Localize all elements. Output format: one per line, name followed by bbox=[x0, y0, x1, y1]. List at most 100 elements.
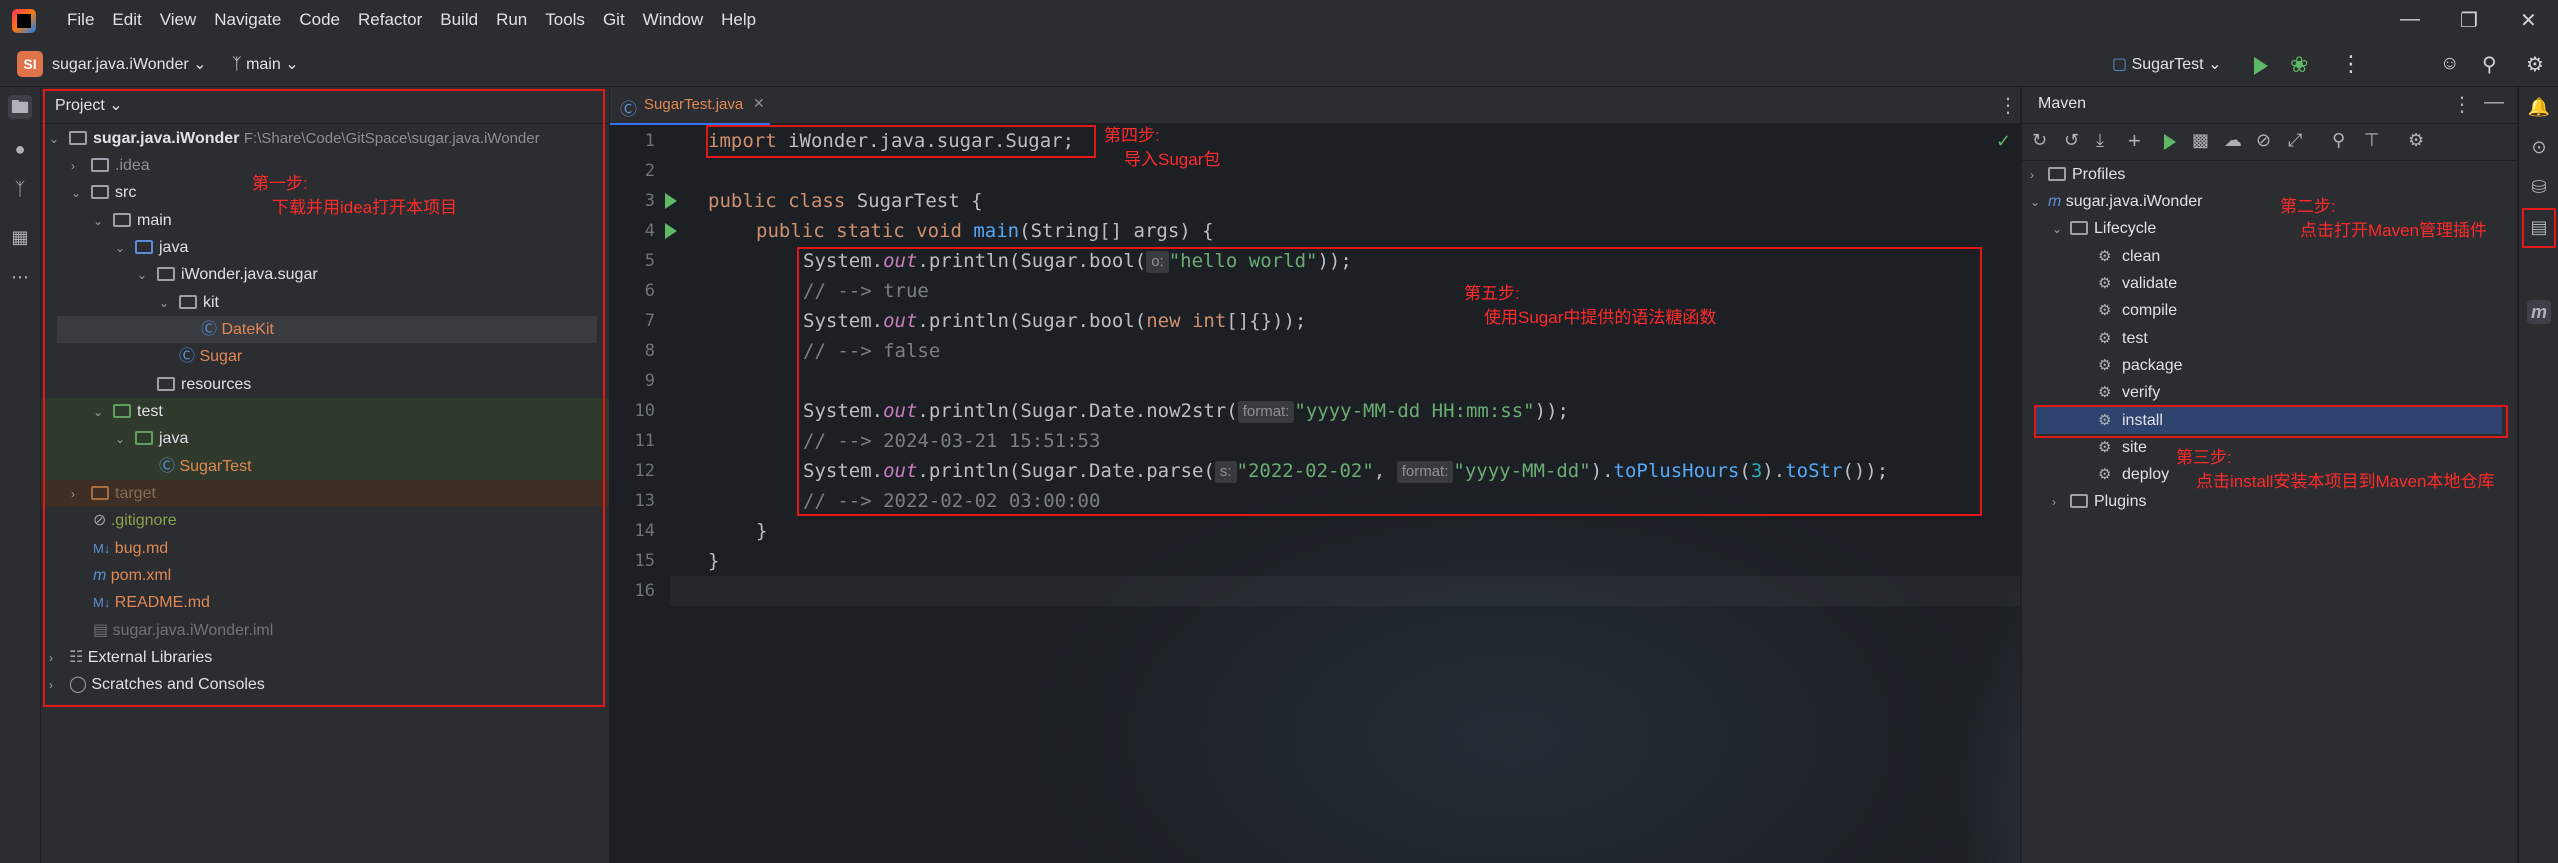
title-bar: File Edit View Navigate Code Refactor Bu… bbox=[0, 0, 2558, 44]
lifecycle-compile[interactable]: ⚙ compile bbox=[2098, 297, 2177, 324]
menu-tools[interactable]: Tools bbox=[536, 10, 594, 30]
main-toolbar: SI sugar.java.iWonder ⌄ ᛉ main ⌄ ▢ Sugar… bbox=[0, 44, 2558, 87]
maven-panel-header: Maven ⋮ — bbox=[2022, 87, 2517, 124]
maven-settings-icon[interactable]: ⚙ bbox=[2408, 130, 2424, 151]
skip-tests-icon[interactable]: ⊘ bbox=[2256, 130, 2271, 151]
tab-sugartest[interactable]: Ⓒ SugarTest.java ✕ bbox=[610, 87, 770, 125]
maven-project[interactable]: ⌄ m sugar.java.iWonder bbox=[2030, 188, 2202, 215]
menu-run[interactable]: Run bbox=[487, 10, 536, 30]
tab-options-icon[interactable]: ⋮ bbox=[1998, 93, 2018, 118]
current-line-highlight bbox=[670, 576, 2020, 606]
lifecycle-clean[interactable]: ⚙ clean bbox=[2098, 243, 2160, 270]
offline-mode-icon[interactable]: ☁ bbox=[2224, 130, 2242, 151]
project-badge[interactable]: SI bbox=[17, 51, 43, 77]
more-actions-icon[interactable]: ⋮ bbox=[2340, 51, 2362, 77]
structure-icon[interactable]: ▦ bbox=[8, 225, 32, 249]
lifecycle-validate[interactable]: ⚙ validate bbox=[2098, 270, 2177, 297]
maven-project-icon: m bbox=[2048, 193, 2062, 210]
lifecycle-test[interactable]: ⚙ test bbox=[2098, 325, 2148, 352]
menu-window[interactable]: Window bbox=[634, 10, 712, 30]
lifecycle-site[interactable]: ⚙ site bbox=[2098, 434, 2147, 461]
menu-navigate[interactable]: Navigate bbox=[205, 10, 290, 30]
config-icon: ▢ bbox=[2112, 56, 2128, 73]
git-branch-icon[interactable]: ᛉ bbox=[8, 177, 32, 201]
editor-tab-bar: Ⓒ SugarTest.java ✕ ⋮ bbox=[610, 87, 2020, 125]
close-tab-icon[interactable]: ✕ bbox=[753, 95, 765, 112]
menu-refactor[interactable]: Refactor bbox=[349, 10, 431, 30]
maven-options-icon[interactable]: ⋮ bbox=[2452, 92, 2472, 117]
line-number: 2 bbox=[644, 161, 655, 181]
menu-file[interactable]: File bbox=[58, 10, 103, 30]
lifecycle-deploy[interactable]: ⚙ deploy bbox=[2098, 461, 2169, 488]
run-maven-icon[interactable] bbox=[2164, 134, 2176, 150]
menu-view[interactable]: View bbox=[151, 10, 206, 30]
maven-plugins[interactable]: › Plugins bbox=[2052, 488, 2146, 515]
line-number: 13 bbox=[634, 491, 655, 511]
show-diagram-icon[interactable]: ⊤ bbox=[2364, 130, 2380, 151]
restore-window-icon[interactable]: ❐ bbox=[2460, 8, 2478, 33]
maven-tool-icon[interactable]: m bbox=[2527, 300, 2551, 324]
reload-folder-icon[interactable]: ↺ bbox=[2064, 130, 2079, 151]
lifecycle-verify[interactable]: ⚙ verify bbox=[2098, 379, 2160, 406]
line-number: 16 bbox=[634, 581, 655, 601]
hide-panel-icon[interactable]: — bbox=[2484, 91, 2504, 114]
menu-git[interactable]: Git bbox=[594, 10, 634, 30]
maven-profiles[interactable]: › Profiles bbox=[2030, 161, 2125, 188]
code-line-3[interactable]: public class SugarTest { bbox=[708, 186, 983, 216]
line-number: 3 bbox=[644, 191, 655, 211]
settings-gear-icon[interactable]: ⚙ bbox=[2526, 52, 2544, 77]
run-main-gutter-icon[interactable] bbox=[665, 223, 677, 239]
lifecycle-package[interactable]: ⚙ package bbox=[2098, 352, 2183, 379]
analyze-icon[interactable]: ⚲ bbox=[2332, 130, 2345, 151]
reload-icon[interactable]: ↻ bbox=[2032, 130, 2047, 151]
branch-dropdown[interactable]: ᛉ main ⌄ bbox=[232, 54, 299, 74]
line-number: 8 bbox=[644, 341, 655, 361]
debug-icon[interactable]: ❀ bbox=[2290, 52, 2308, 78]
line-number: 6 bbox=[644, 281, 655, 301]
goal-gear-icon: ⚙ bbox=[2098, 466, 2112, 483]
more-tools-icon[interactable]: ⋯ bbox=[8, 265, 32, 289]
add-user-icon[interactable]: ☺ bbox=[2440, 53, 2459, 75]
commit-icon[interactable]: ● bbox=[8, 137, 32, 161]
menu-code[interactable]: Code bbox=[290, 10, 349, 30]
annotation-box-import bbox=[706, 125, 1096, 158]
ai-assistant-icon[interactable]: ⊙ bbox=[2527, 135, 2551, 159]
goal-gear-icon: ⚙ bbox=[2098, 384, 2112, 401]
line-number: 14 bbox=[634, 521, 655, 541]
goal-gear-icon: ⚙ bbox=[2098, 330, 2112, 347]
annotation-step4: 第四步: 导入Sugar包 bbox=[1104, 126, 1221, 169]
run-icon[interactable] bbox=[2254, 57, 2268, 75]
run-config-dropdown[interactable]: ▢ SugarTest ⌄ bbox=[2112, 54, 2221, 74]
class-icon: Ⓒ bbox=[620, 100, 637, 119]
maven-lifecycle[interactable]: ⌄ Lifecycle bbox=[2052, 215, 2156, 242]
code-line-15[interactable]: } bbox=[708, 546, 719, 576]
database-icon[interactable]: ⛁ bbox=[2527, 175, 2551, 199]
download-icon[interactable]: ⤓ bbox=[2096, 130, 2104, 151]
search-icon[interactable]: ⚲ bbox=[2482, 52, 2497, 77]
annotation-step5: 第五步: 使用Sugar中提供的语法糖函数 bbox=[1464, 284, 1717, 327]
add-icon[interactable]: + bbox=[2128, 128, 2141, 154]
main-menu: File Edit View Navigate Code Refactor Bu… bbox=[58, 10, 765, 30]
minimize-window-icon[interactable]: — bbox=[2400, 8, 2420, 31]
menu-help[interactable]: Help bbox=[712, 10, 765, 30]
intellij-logo-icon bbox=[12, 9, 36, 33]
run-class-gutter-icon[interactable] bbox=[665, 193, 677, 209]
project-tool-icon[interactable]: 🖿 bbox=[8, 95, 32, 119]
code-line-14[interactable]: } bbox=[756, 516, 767, 546]
project-name-dropdown[interactable]: sugar.java.iWonder ⌄ bbox=[52, 54, 207, 74]
annotation-box-install bbox=[2034, 405, 2508, 438]
execute-goal-icon[interactable]: ▩ bbox=[2192, 130, 2209, 151]
annotation-box-maven-icon bbox=[2522, 208, 2556, 248]
folder-icon bbox=[2070, 221, 2088, 235]
menu-edit[interactable]: Edit bbox=[103, 10, 150, 30]
maven-panel-title: Maven bbox=[2038, 95, 2087, 112]
annotation-box-code bbox=[797, 247, 1982, 516]
close-window-icon[interactable]: ✕ bbox=[2520, 8, 2537, 33]
notifications-icon[interactable]: 🔔 bbox=[2527, 95, 2551, 119]
line-number: 5 bbox=[644, 251, 655, 271]
collapse-all-icon[interactable]: ⤢ bbox=[2288, 130, 2302, 151]
annotation-step2: 第二步: 点击打开Maven管理插件 bbox=[2280, 197, 2488, 240]
line-number: 1 bbox=[644, 131, 655, 151]
menu-build[interactable]: Build bbox=[431, 10, 487, 30]
code-line-4[interactable]: public static void main(String[] args) { bbox=[756, 216, 1214, 246]
